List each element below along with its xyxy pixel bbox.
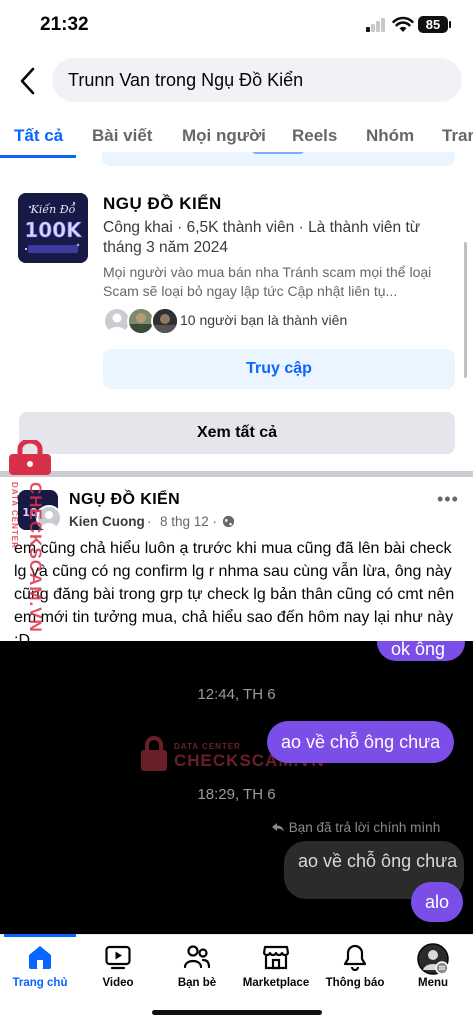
back-arrow-icon[interactable] xyxy=(16,66,40,96)
previous-result-button[interactable] xyxy=(102,152,455,166)
video-icon xyxy=(105,945,131,970)
meta-separator: · xyxy=(147,514,152,529)
reply-arrow-icon xyxy=(272,823,284,832)
tab-people[interactable]: Mọi người xyxy=(182,126,266,146)
post-timestamp[interactable]: 8 thg 12 · xyxy=(160,514,217,529)
nav-menu[interactable]: Menu xyxy=(393,943,473,989)
battery-indicator: 85 xyxy=(418,16,451,33)
nav-notifications[interactable]: Thông báo xyxy=(315,943,395,989)
tab-more[interactable]: Tran xyxy=(442,126,473,146)
group-cover-image[interactable]: Kiến Đồ 100K xyxy=(18,193,88,263)
globe-icon xyxy=(222,515,235,528)
nav-marketplace[interactable]: Marketplace xyxy=(236,943,316,989)
nav-friends[interactable]: Bạn bè xyxy=(157,943,237,989)
mutual-friends-text: 10 người bạn là thành viên xyxy=(180,312,348,328)
marketplace-icon xyxy=(262,945,290,970)
checkscam-side-watermark: DATA CENTER CHECKSCAM.VN xyxy=(4,440,51,640)
home-icon xyxy=(29,946,51,969)
status-time: 21:32 xyxy=(40,14,89,35)
post-attached-image[interactable]: ok ông 12:44, TH 6 DATA CENTER CHECKSCAM… xyxy=(0,641,473,934)
lock-icon xyxy=(141,736,167,771)
status-bar: 21:32 85 xyxy=(0,0,473,52)
tab-reels[interactable]: Reels xyxy=(292,126,337,146)
friends-icon xyxy=(183,945,211,969)
search-input[interactable]: Trunn Van trong Ngụ Đồ Kiển xyxy=(52,58,462,102)
svg-text:Kiến Đồ: Kiến Đồ xyxy=(30,203,76,216)
chat-bubble-sent: ao về chỗ ông chưa xyxy=(267,721,455,763)
tab-all[interactable]: Tất cả xyxy=(14,126,63,146)
see-all-button[interactable]: Xem tất cả xyxy=(19,412,455,454)
mutual-friends-row: 10 người bạn là thành viên xyxy=(103,307,453,335)
lock-icon xyxy=(9,440,51,475)
chat-bubble-sent: ok ông xyxy=(377,641,465,661)
active-nav-indicator xyxy=(4,934,76,937)
tab-posts[interactable]: Bài viết xyxy=(92,126,152,146)
post-body: em cũng chả hiểu luôn ạ trước khi mua cũ… xyxy=(14,540,455,649)
avatar xyxy=(151,307,179,335)
group-cover-label: 100K xyxy=(24,218,83,242)
nav-home[interactable]: Trang chủ xyxy=(0,943,80,989)
active-tab-indicator xyxy=(0,155,76,158)
search-header: Trunn Van trong Ngụ Đồ Kiển xyxy=(0,58,473,104)
nav-video[interactable]: Video xyxy=(78,943,158,989)
more-options-icon[interactable]: ••• xyxy=(437,490,461,510)
scrollbar[interactable] xyxy=(464,242,467,378)
reply-note: Bạn đã trả lời chính mình xyxy=(271,820,440,835)
post-author-name[interactable]: Kien Cuong xyxy=(69,514,145,529)
group-name[interactable]: NGỤ ĐỒ KIỂN xyxy=(103,194,222,214)
wifi-icon xyxy=(392,16,414,32)
section-divider xyxy=(0,471,473,477)
post-group-name[interactable]: NGỤ ĐỒ KIỂN xyxy=(69,491,180,509)
chat-timestamp: 18:29, TH 6 xyxy=(197,786,276,803)
home-indicator[interactable] xyxy=(152,1010,322,1015)
menu-avatar-icon xyxy=(417,943,449,975)
chat-timestamp: 12:44, TH 6 xyxy=(197,686,276,703)
chat-bubble-sent: alo xyxy=(411,882,464,922)
group-description: Mọi người vào mua bán nha Tránh scam mọi… xyxy=(103,264,432,299)
group-meta: Công khai · 6,5K thành viên · Là thành v… xyxy=(103,219,421,256)
tab-groups[interactable]: Nhóm xyxy=(366,126,414,146)
cellular-signal-icon xyxy=(366,18,386,32)
visit-group-button[interactable]: Truy cập xyxy=(103,349,455,389)
bell-icon xyxy=(343,944,367,971)
